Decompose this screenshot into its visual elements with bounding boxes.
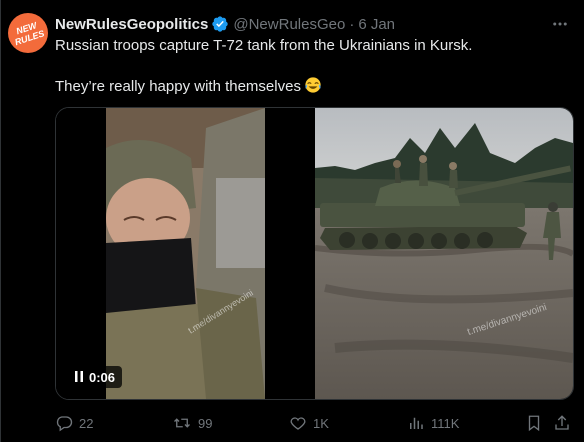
bookmark-icon: [525, 414, 543, 432]
reply-icon: [55, 414, 73, 432]
tweet-date[interactable]: 6 Jan: [358, 16, 395, 33]
avatar[interactable]: NEW RULES: [8, 13, 48, 53]
heart-icon: [289, 414, 307, 432]
share-button[interactable]: [553, 412, 571, 434]
tweet-text: Russian troops capture T-72 tank from th…: [55, 36, 572, 100]
tank-photo: t.me/divannyevoini: [314, 108, 573, 399]
soldier-selfie-image: t.me/divannyevoini: [56, 108, 315, 399]
video-time: 0:06: [89, 369, 116, 385]
author-handle[interactable]: @NewRulesGeo: [233, 16, 345, 33]
video-time-badge[interactable]: 0:06: [67, 366, 123, 388]
like-button[interactable]: 1K: [289, 412, 329, 434]
tweet-text-line-2: They’re really happy with themselves: [55, 76, 572, 100]
timeline-border: [0, 0, 1, 442]
action-bar: 22 99 1K 111K: [55, 412, 572, 434]
media-container[interactable]: t.me/divannyevoini 0:06 t.me/divannyevoi…: [55, 107, 574, 400]
tweet-text-line-2-content: They’re really happy with themselves: [55, 78, 301, 95]
pause-icon: [74, 370, 84, 385]
tweet-text-line-1: Russian troops capture T-72 tank from th…: [55, 37, 473, 54]
views-icon: [407, 414, 425, 432]
like-count: 1K: [313, 415, 329, 431]
tank-image[interactable]: t.me/divannyevoini: [314, 108, 573, 399]
repost-icon: [172, 414, 192, 432]
author-name[interactable]: NewRulesGeopolitics: [55, 16, 208, 33]
repost-button[interactable]: 99: [172, 412, 212, 434]
reply-button[interactable]: 22: [55, 412, 93, 434]
separator-dot: ·: [349, 15, 355, 33]
repost-count: 99: [198, 415, 213, 431]
tweet-header: NewRulesGeopolitics @NewRulesGeo · 6 Jan: [55, 14, 544, 34]
views-button[interactable]: 111K: [407, 412, 459, 434]
bookmark-button[interactable]: [525, 412, 543, 434]
video-thumbnail[interactable]: t.me/divannyevoini 0:06: [56, 108, 315, 399]
verified-badge-icon[interactable]: [211, 15, 229, 33]
more-options-icon[interactable]: [550, 14, 570, 34]
view-count: 111K: [431, 415, 460, 431]
newrules-logo: NEW RULES: [13, 20, 45, 47]
reply-count: 22: [79, 415, 94, 431]
share-icon: [553, 414, 571, 432]
tears-of-joy-emoji-icon: [304, 76, 322, 100]
